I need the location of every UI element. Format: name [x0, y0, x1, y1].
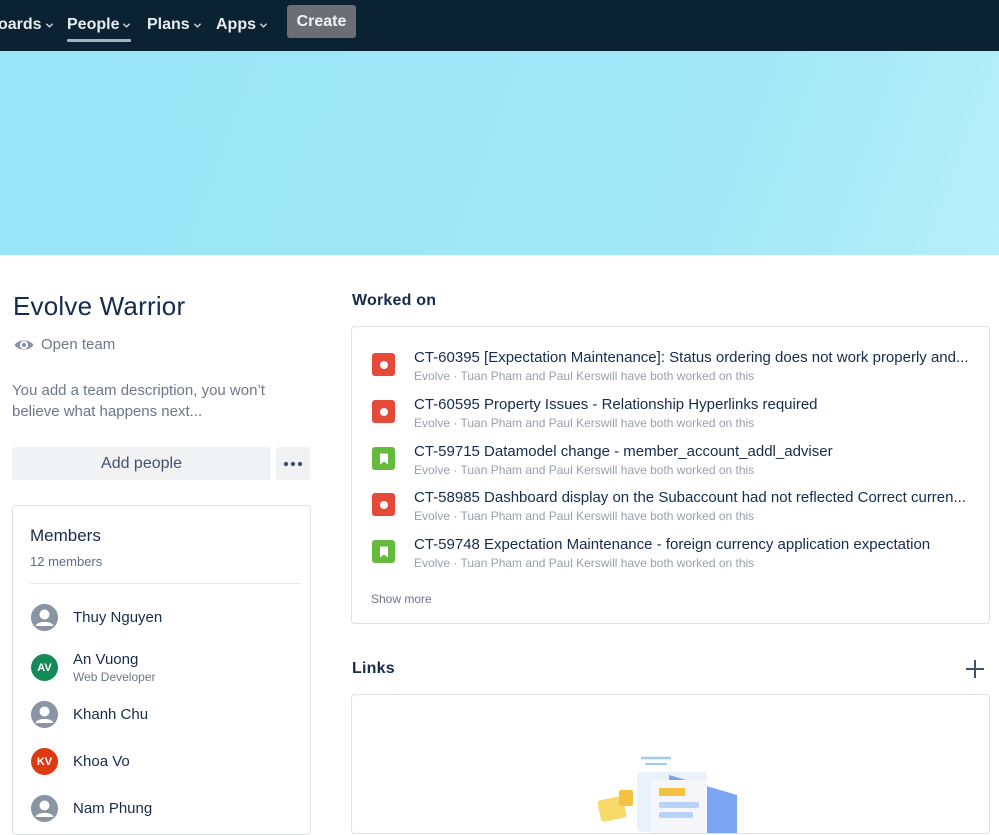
avatar: [31, 795, 58, 822]
user-icon: [31, 604, 58, 631]
member-item[interactable]: AV An Vuong Web Developer: [31, 651, 156, 684]
avatar: KV: [31, 748, 58, 775]
team-title: Evolve Warrior: [13, 291, 186, 321]
member-item[interactable]: Thuy Nguyen: [31, 604, 162, 631]
issue-item[interactable]: CT-60595 Property Issues - Relationship …: [372, 396, 972, 436]
issue-item[interactable]: CT-59748 Expectation Maintenance - forei…: [372, 536, 972, 576]
avatar: AV: [31, 654, 58, 681]
member-name: Khoa Vo: [73, 753, 130, 770]
user-icon: [31, 795, 58, 822]
issue-subtitle: Evolve · Tuan Pham and Paul Kerswill hav…: [414, 463, 755, 477]
member-item[interactable]: Khanh Chu: [31, 701, 148, 728]
issue-item[interactable]: CT-60395 [Expectation Maintenance]: Stat…: [372, 349, 972, 389]
links-empty-illustration: [597, 756, 737, 833]
worked-on-card: CT-60395 [Expectation Maintenance]: Stat…: [351, 326, 990, 624]
chevron-down-icon: [45, 22, 53, 28]
bug-icon: [372, 493, 395, 516]
team-header-banner: [0, 51, 999, 255]
member-name: Thuy Nguyen: [73, 609, 163, 626]
nav-item-label: Plans: [147, 16, 190, 33]
issue-item[interactable]: CT-59715 Datamodel change - member_accou…: [372, 443, 972, 483]
eye-icon: [14, 340, 34, 349]
issue-item[interactable]: CT-58985 Dashboard display on the Subacc…: [372, 489, 972, 529]
nav-item-dashboards[interactable]: oards: [0, 13, 54, 37]
avatar: [31, 604, 58, 631]
team-visibility: Open team: [13, 336, 115, 353]
issue-title: CT-59715 Datamodel change - member_accou…: [414, 443, 833, 460]
story-icon: [372, 447, 395, 470]
member-item[interactable]: Nam Phung: [31, 795, 152, 822]
avatar: [31, 701, 58, 728]
plus-icon: [966, 660, 984, 678]
nav-item-label: People: [67, 16, 120, 33]
user-icon: [31, 701, 58, 728]
links-card: [351, 694, 990, 834]
issue-subtitle: Evolve · Tuan Pham and Paul Kerswill hav…: [414, 509, 755, 523]
top-navigation: oards People Plans Apps Create: [0, 0, 999, 51]
member-name: Khanh Chu: [73, 706, 149, 723]
issue-subtitle: Evolve · Tuan Pham and Paul Kerswill hav…: [414, 369, 755, 383]
member-item[interactable]: KV Khoa Vo: [31, 748, 130, 775]
nav-item-label: Apps: [216, 16, 256, 33]
story-icon: [372, 540, 395, 563]
issue-title: CT-60395 [Expectation Maintenance]: Stat…: [414, 349, 969, 366]
nav-item-label: oards: [0, 16, 42, 33]
team-visibility-label: Open team: [41, 336, 116, 353]
member-name: An Vuong: [73, 651, 139, 668]
more-icon: [283, 461, 303, 466]
issue-subtitle: Evolve · Tuan Pham and Paul Kerswill hav…: [414, 416, 755, 430]
members-count: 12 members: [30, 554, 103, 569]
bug-icon: [372, 353, 395, 376]
add-link-button[interactable]: [962, 656, 988, 682]
create-button[interactable]: Create: [287, 5, 356, 38]
more-actions-button[interactable]: [276, 447, 310, 480]
bug-icon: [372, 400, 395, 423]
member-name: Nam Phung: [73, 800, 153, 817]
issue-title: CT-60595 Property Issues - Relationship …: [414, 396, 818, 413]
issue-subtitle: Evolve · Tuan Pham and Paul Kerswill hav…: [414, 556, 755, 570]
issue-title: CT-59748 Expectation Maintenance - forei…: [414, 536, 931, 553]
members-card: Members 12 members Thuy Nguyen AV An Vuo…: [12, 505, 311, 835]
add-people-button[interactable]: Add people: [12, 447, 271, 480]
nav-item-apps[interactable]: Apps: [216, 13, 268, 37]
nav-item-people[interactable]: People: [67, 13, 132, 42]
team-description[interactable]: You add a team description, you won’t be…: [12, 380, 282, 422]
issue-title: CT-58985 Dashboard display on the Subacc…: [414, 489, 966, 506]
divider: [30, 583, 300, 584]
worked-on-title: Worked on: [352, 292, 437, 309]
nav-item-plans[interactable]: Plans: [147, 13, 202, 37]
member-role: Web Developer: [73, 670, 156, 684]
show-more-link[interactable]: Show more: [371, 592, 432, 606]
chevron-down-icon: [259, 22, 268, 28]
chevron-down-icon: [123, 22, 131, 28]
chevron-down-icon: [193, 22, 201, 28]
members-title: Members: [30, 526, 101, 545]
links-title: Links: [352, 660, 395, 677]
